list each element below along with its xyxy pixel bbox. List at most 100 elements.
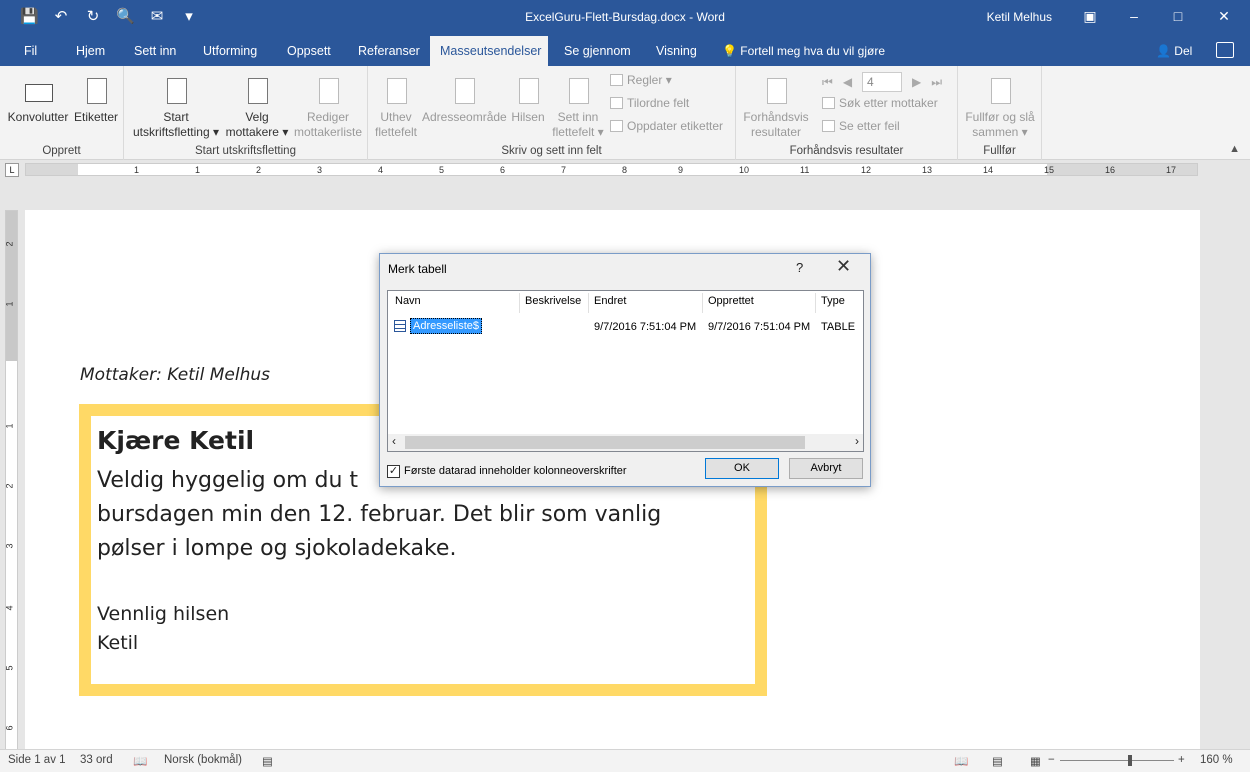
ruler-number: 2 <box>4 483 15 489</box>
vertical-ruler[interactable]: 2 1 1 2 3 4 5 6 <box>5 210 18 750</box>
ruler-number: 4 <box>378 165 384 175</box>
ruler-number: 7 <box>561 165 567 175</box>
scrollbar-thumb[interactable] <box>405 436 805 449</box>
next-record-icon[interactable]: ▶ <box>912 75 921 89</box>
match-fields-button[interactable]: Tilordne felt <box>610 96 689 110</box>
proofing-icon[interactable]: 📖 <box>133 754 147 768</box>
first-record-icon[interactable]: ⏮ <box>822 75 833 90</box>
tab-insert[interactable]: Sett inn <box>124 36 186 66</box>
insert-merge-field-button[interactable]: Sett inn flettefelt ▾ <box>550 76 606 140</box>
column-header-created[interactable]: Opprettet <box>708 295 754 307</box>
column-header-type[interactable]: Type <box>821 295 845 307</box>
column-divider[interactable] <box>702 293 703 313</box>
finish-merge-icon <box>985 76 1015 108</box>
cancel-button[interactable]: Avbryt <box>789 458 863 479</box>
ruler-number: 3 <box>4 543 15 549</box>
ribbon-display-options-icon[interactable]: ▣ <box>1078 4 1102 28</box>
tab-mailings[interactable]: Masseutsendelser <box>430 36 548 66</box>
share-button[interactable]: 👤 Del <box>1156 36 1192 66</box>
record-number-input[interactable]: 4 <box>862 72 903 92</box>
rules-label: Regler <box>627 73 663 87</box>
tab-references[interactable]: Referanser <box>348 36 430 66</box>
column-divider[interactable] <box>519 293 520 313</box>
highlight-label-2: flettefelt <box>374 125 418 139</box>
horizontal-ruler[interactable]: L 1 1 2 3 4 5 6 7 8 9 10 11 12 13 14 15 … <box>0 161 1250 179</box>
macro-icon[interactable]: ▤ <box>262 754 273 768</box>
tab-file[interactable]: Fil <box>14 36 47 66</box>
maximize-icon[interactable]: □ <box>1166 4 1190 28</box>
first-row-headers-label[interactable]: Første datarad inneholder kolonneoverskr… <box>404 465 627 477</box>
preview-results-button[interactable]: Forhåndsvis resultater <box>738 76 814 140</box>
collapse-ribbon-icon[interactable]: ▲ <box>1229 143 1240 155</box>
user-name[interactable]: Ketil Melhus <box>987 10 1052 24</box>
start-mail-merge-button[interactable]: Start utskriftsfletting ▾ <box>128 76 224 140</box>
scroll-left-icon[interactable]: ‹ <box>392 434 396 448</box>
envelopes-button[interactable]: Konvolutter <box>6 76 70 125</box>
column-divider[interactable] <box>815 293 816 313</box>
ruler-number: 5 <box>4 665 15 671</box>
preview-label-2: resultater <box>750 125 802 139</box>
table-row-modified[interactable]: 9/7/2016 7:51:04 PM <box>594 321 696 333</box>
ok-button[interactable]: OK <box>705 458 779 479</box>
column-header-modified[interactable]: Endret <box>594 295 626 307</box>
group-label: Forhåndsvis resultater <box>789 145 904 157</box>
column-header-description[interactable]: Beskrivelse <box>525 295 581 307</box>
last-record-icon[interactable]: ⏭ <box>931 75 942 90</box>
comments-icon[interactable] <box>1216 42 1234 58</box>
table-row-created[interactable]: 9/7/2016 7:51:04 PM <box>708 321 810 333</box>
column-divider[interactable] <box>588 293 589 313</box>
group-preview: Forhåndsvis resultater ⏮ ◀ 4 ▶ ⏭ Søk ett… <box>736 66 958 160</box>
rules-button[interactable]: Regler ▾ <box>610 73 672 87</box>
tab-review[interactable]: Se gjennom <box>554 36 641 66</box>
zoom-slider-thumb[interactable] <box>1128 755 1132 766</box>
zoom-out-button[interactable]: − <box>1048 754 1055 766</box>
labels-button[interactable]: Etiketter <box>72 76 120 125</box>
zoom-level[interactable]: 160 % <box>1200 754 1233 766</box>
column-header-name[interactable]: Navn <box>395 295 421 307</box>
finish-merge-button[interactable]: Fullfør og slå sammen ▾ <box>960 76 1040 140</box>
print-layout-icon[interactable]: ▤ <box>992 754 1003 768</box>
tab-view[interactable]: Visning <box>646 36 707 66</box>
first-row-headers-checkbox[interactable]: ✓ <box>387 465 400 478</box>
tab-design[interactable]: Utforming <box>193 36 267 66</box>
labels-label: Etiketter <box>73 110 118 124</box>
address-block-button[interactable]: Adresseområde <box>422 76 507 125</box>
check-errors-button[interactable]: Se etter feil <box>822 119 900 133</box>
start-merge-icon <box>161 76 191 108</box>
edit-recipient-list-button[interactable]: Rediger mottakerliste <box>292 76 364 140</box>
table-list[interactable]: Navn Beskrivelse Endret Opprettet Type A… <box>387 290 864 452</box>
greeting-line-button[interactable]: Hilsen <box>508 76 548 125</box>
table-row-name[interactable]: Adresseliste$ <box>410 318 483 334</box>
scroll-right-icon[interactable]: › <box>855 434 859 448</box>
find-recipient-button[interactable]: Søk etter mottaker <box>822 96 938 110</box>
page-count[interactable]: Side 1 av 1 <box>8 754 66 766</box>
minimize-icon[interactable]: – <box>1122 4 1146 28</box>
dropdown-arrow-icon: ▾ <box>1021 125 1028 139</box>
select-recipients-button[interactable]: Velg mottakere ▾ <box>222 76 292 140</box>
highlight-merge-fields-button[interactable]: Uthev flettefelt <box>370 76 422 140</box>
tab-selector[interactable]: L <box>5 163 19 177</box>
table-row-type[interactable]: TABLE <box>821 321 855 333</box>
previous-record-icon[interactable]: ◀ <box>843 75 852 89</box>
tab-layout[interactable]: Oppsett <box>277 36 341 66</box>
update-labels-button[interactable]: Oppdater etiketter <box>610 119 723 133</box>
horizontal-scrollbar[interactable]: ‹ › <box>388 434 863 451</box>
zoom-in-button[interactable]: + <box>1178 754 1185 766</box>
signature[interactable]: Vennlig hilsen Ketil <box>97 600 229 658</box>
body-line: bursdagen min den 12. februar. Det blir … <box>97 502 662 527</box>
tell-me-box[interactable]: 💡 Fortell meg hva du vil gjøre <box>722 36 885 66</box>
dialog-close-button[interactable]: ✕ <box>836 256 851 277</box>
word-count[interactable]: 33 ord <box>80 754 113 766</box>
help-button[interactable]: ? <box>796 260 803 275</box>
tab-home[interactable]: Hjem <box>66 36 115 66</box>
read-mode-icon[interactable]: 📖 <box>954 754 968 768</box>
find-recipient-label: Søk etter mottaker <box>839 96 938 110</box>
ruler-track[interactable]: 1 1 2 3 4 5 6 7 8 9 10 11 12 13 14 15 16… <box>25 163 1198 176</box>
language[interactable]: Norsk (bokmål) <box>164 754 242 766</box>
recipient-line[interactable]: Mottaker: Ketil Melhus <box>80 365 270 385</box>
ruler-margin-left <box>26 164 78 175</box>
web-layout-icon[interactable]: ▦ <box>1030 754 1041 768</box>
zoom-slider[interactable] <box>1060 755 1174 766</box>
greeting-heading[interactable]: Kjære Ketil <box>97 426 254 455</box>
close-icon[interactable]: ✕ <box>1212 4 1236 28</box>
